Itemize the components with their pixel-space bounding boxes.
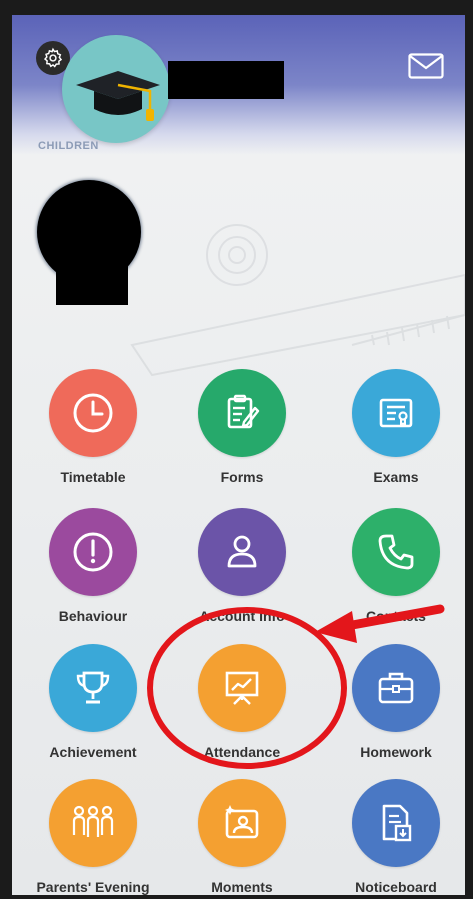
annotation-overlay bbox=[147, 604, 445, 769]
annotation-arrow-shaft bbox=[342, 604, 445, 631]
annotation-circle bbox=[147, 607, 347, 769]
app-screen: CHILDREN Timetable Forms Exams Behaviour… bbox=[12, 15, 465, 895]
